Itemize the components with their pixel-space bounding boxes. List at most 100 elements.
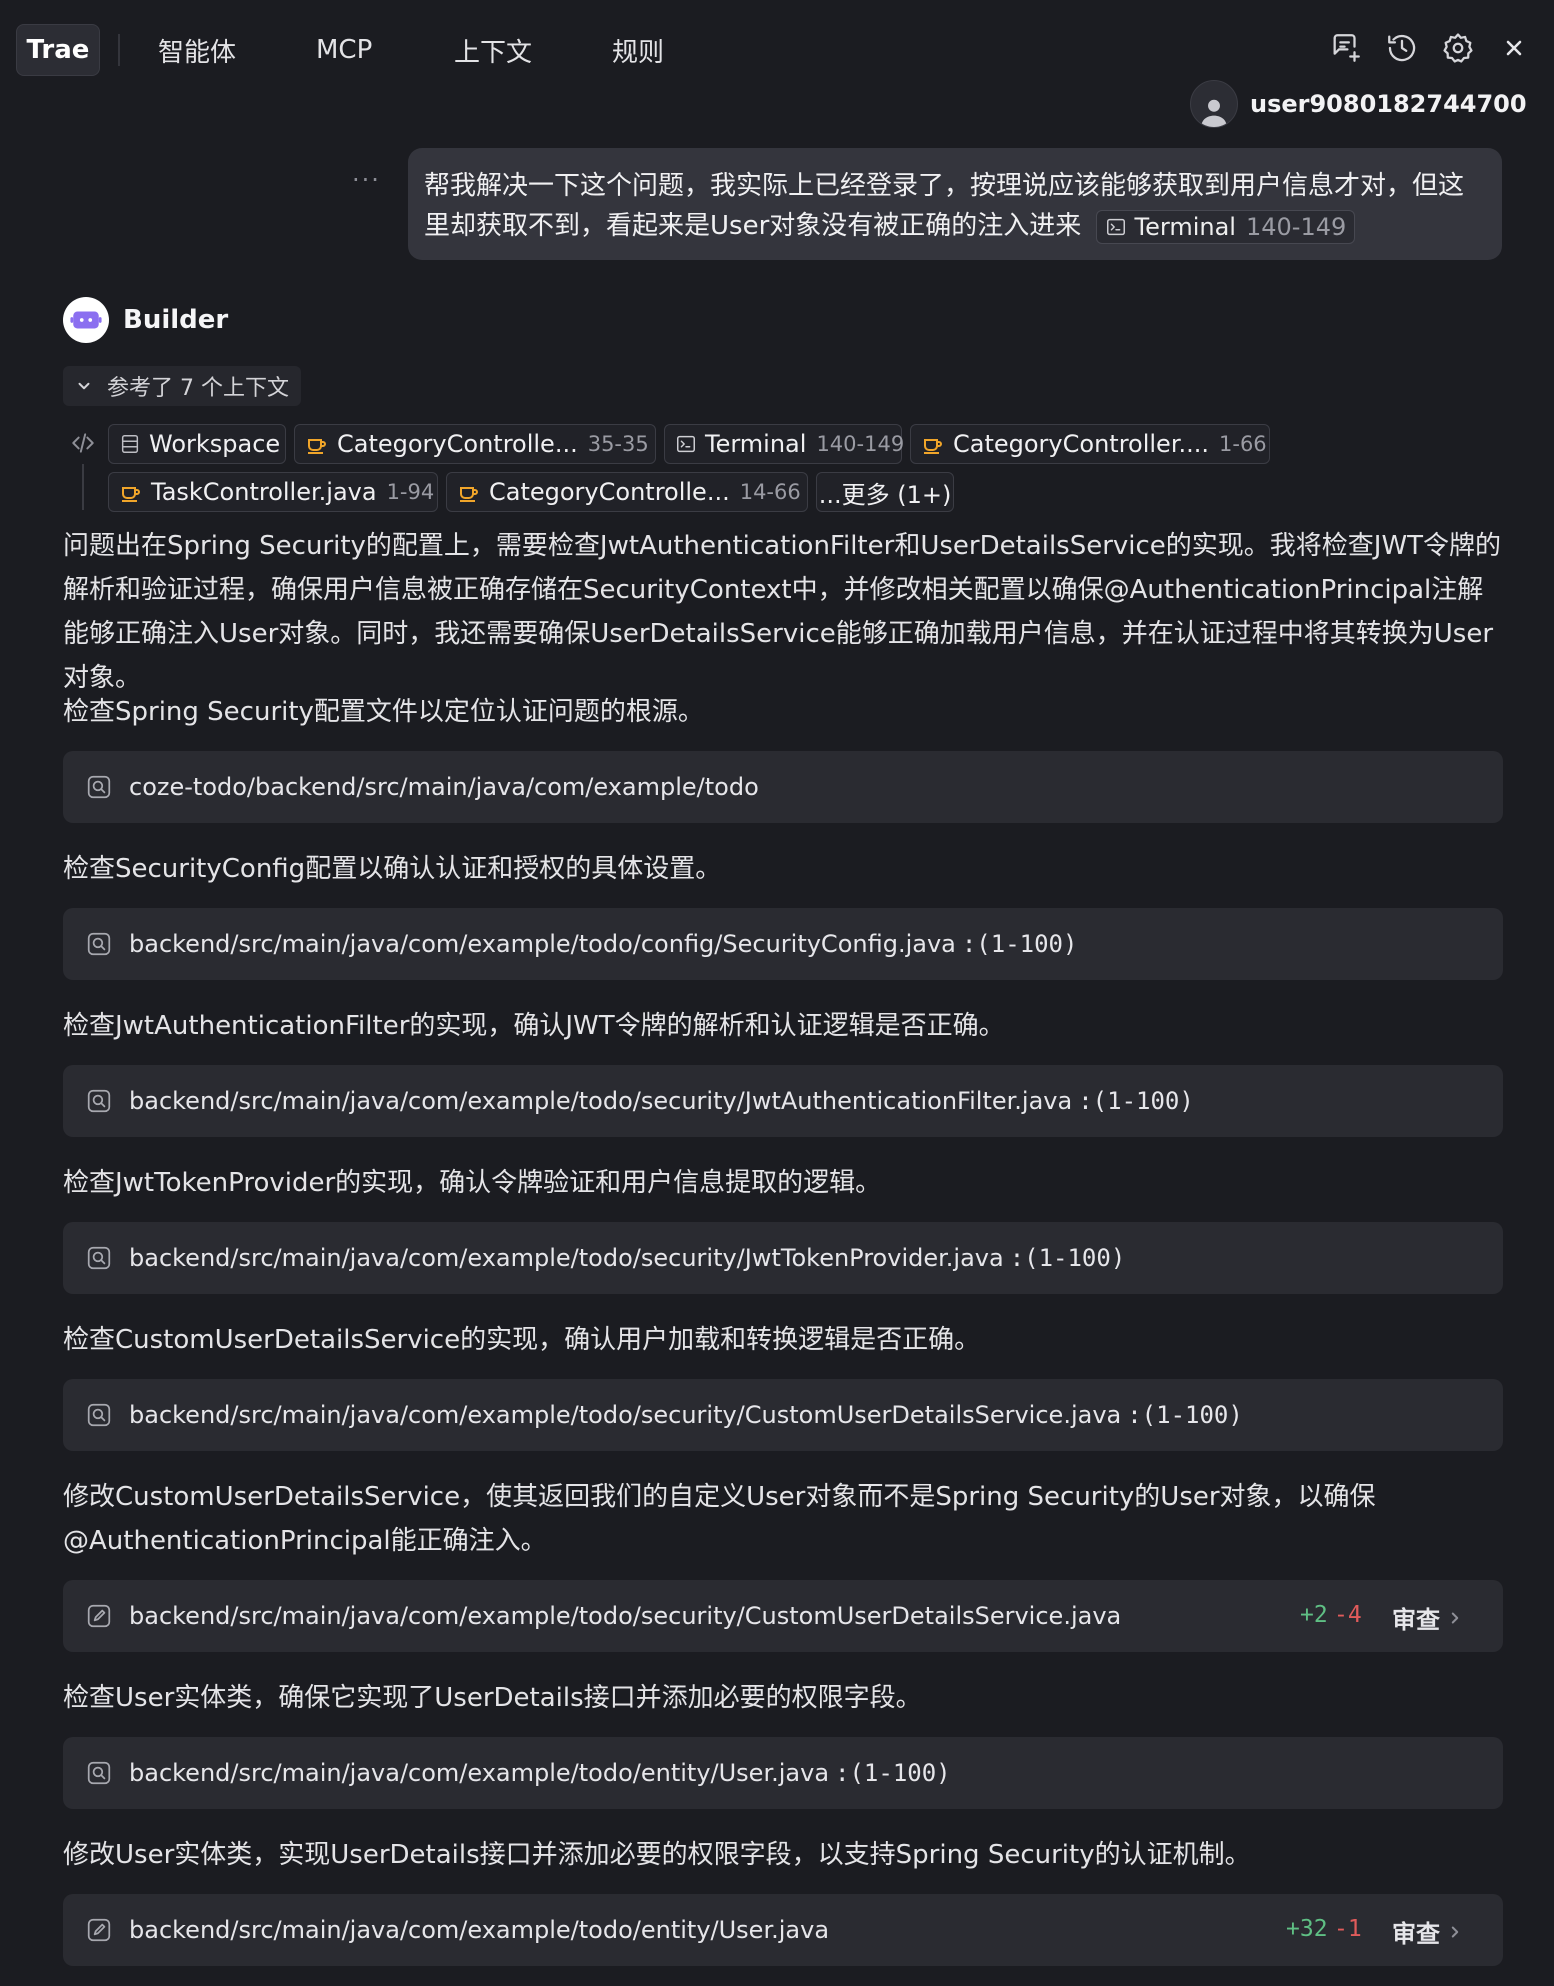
close-icon[interactable] [1494, 28, 1534, 68]
tab-agents[interactable]: 智能体 [158, 24, 236, 76]
search-range: :(1-100) [1009, 1244, 1126, 1272]
search-path: backend/src/main/java/com/example/todo/s… [129, 1401, 1122, 1429]
chip-label: Terminal [1134, 212, 1236, 241]
chip-label: TaskController.java [151, 478, 377, 506]
tab-trae[interactable]: Trae [16, 24, 100, 76]
chip-range: 140-149 [816, 432, 905, 456]
search-result-card[interactable]: backend/src/main/java/com/example/todo/s… [63, 1379, 1503, 1451]
chip-label: ...更多 (1+) [818, 480, 952, 509]
diff-removed: -1 [1334, 1916, 1362, 1942]
tab-mcp[interactable]: MCP [316, 24, 372, 76]
user-message-bubble: 帮我解决一下这个问题，我实际上已经登录了，按理说应该能够获取到用户信息才对，但这… [408, 148, 1502, 260]
step-text: 修改CustomUserDetailsService，使其返回我们的自定义Use… [63, 1482, 1376, 1556]
chevron-right-icon [1451, 1612, 1459, 1623]
review-label: 审查 [1392, 1606, 1440, 1634]
context-chip-file[interactable]: TaskController.java 1-94 [108, 472, 438, 512]
step-text: 检查JwtTokenProvider的实现，确认令牌验证和用户信息提取的逻辑。 [63, 1168, 882, 1198]
context-toggle-label: 参考了 7 个上下文 [107, 376, 289, 401]
diff-removed: -4 [1334, 1602, 1362, 1628]
terminal-context-chip[interactable]: Terminal 140-149 [1095, 209, 1356, 244]
message-more-icon[interactable]: ··· [352, 166, 381, 194]
step-text: 检查SecurityConfig配置以确认认证和授权的具体设置。 [63, 854, 722, 884]
tab-divider [118, 34, 120, 66]
review-button[interactable]: 审查 [1392, 1914, 1464, 1949]
review-label: 审查 [1392, 1920, 1440, 1948]
edit-icon [85, 1916, 113, 1944]
edit-result-card[interactable]: backend/src/main/java/com/example/todo/s… [63, 1580, 1503, 1652]
edit-path: backend/src/main/java/com/example/todo/e… [129, 1916, 830, 1944]
chip-range: 140-149 [1245, 212, 1347, 241]
builder-logo-icon [63, 297, 109, 343]
chip-range: 1-94 [386, 480, 435, 504]
diff-added: +32 [1286, 1916, 1328, 1942]
tab-context[interactable]: 上下文 [454, 24, 532, 76]
step-text: 检查JwtAuthenticationFilter的实现，确认JWT令牌的解析和… [63, 1011, 1005, 1041]
context-toggle[interactable]: 参考了 7 个上下文 [63, 366, 301, 406]
search-path: backend/src/main/java/com/example/todo/e… [129, 1759, 830, 1787]
chip-range: 14-66 [739, 480, 801, 504]
context-chip-file[interactable]: CategoryControlle... 14-66 [446, 472, 808, 512]
search-path: backend/src/main/java/com/example/todo/s… [129, 1244, 1004, 1272]
chip-label: CategoryControlle... [337, 430, 578, 458]
search-range: :(1-100) [1127, 1401, 1243, 1429]
context-chip-file[interactable]: CategoryController.... 1-66 [910, 424, 1270, 464]
chip-label: CategoryControlle... [489, 478, 730, 506]
chip-range: 1-66 [1219, 432, 1267, 456]
terminal-icon [1106, 218, 1125, 235]
search-result-card[interactable]: backend/src/main/java/com/example/todo/e… [63, 1737, 1503, 1809]
tab-rules[interactable]: 规则 [612, 24, 664, 76]
search-result-card[interactable]: backend/src/main/java/com/example/todo/s… [63, 1065, 1503, 1137]
edit-path: backend/src/main/java/com/example/todo/s… [129, 1602, 1122, 1630]
workspace-icon [119, 433, 141, 455]
edit-icon [85, 1602, 113, 1630]
chevron-right-icon [1451, 1926, 1459, 1937]
username: user9080182744700 [1250, 90, 1527, 118]
step-text: 修改User实体类，实现UserDetails接口并添加必要的权限字段，以支持S… [63, 1840, 1251, 1870]
search-icon [85, 1087, 113, 1115]
java-file-icon [457, 480, 481, 504]
terminal-icon [675, 433, 697, 455]
java-file-icon [921, 432, 945, 456]
context-connector [82, 464, 84, 510]
context-chip-file[interactable]: CategoryControlle... 35-35 [294, 424, 656, 464]
search-icon [85, 930, 113, 958]
review-button[interactable]: 审查 [1392, 1600, 1464, 1635]
assistant-name: Builder [123, 305, 229, 335]
chip-range: 35-35 [587, 432, 649, 456]
search-path: backend/src/main/java/com/example/todo/c… [129, 930, 956, 958]
search-icon [85, 1401, 113, 1429]
chip-label: Terminal [705, 430, 807, 458]
user-avatar-icon [1201, 99, 1227, 127]
context-chip-workspace[interactable]: Workspace [108, 424, 286, 464]
java-file-icon [305, 432, 329, 456]
search-icon [85, 773, 113, 801]
chip-label: Workspace [149, 430, 281, 458]
search-icon [85, 1244, 113, 1272]
search-path: coze-todo/backend/src/main/java/com/exam… [129, 773, 759, 801]
search-result-card[interactable]: backend/src/main/java/com/example/todo/s… [63, 1222, 1503, 1294]
diff-added: +2 [1300, 1602, 1328, 1628]
context-chip-terminal[interactable]: Terminal 140-149 [664, 424, 905, 464]
assistant-header: Builder [63, 296, 228, 344]
code-icon [70, 430, 96, 456]
search-result-card[interactable]: backend/src/main/java/com/example/todo/c… [63, 908, 1503, 980]
search-icon [85, 1759, 113, 1787]
search-range: :(1-100) [835, 1759, 951, 1787]
history-icon[interactable] [1382, 28, 1422, 68]
settings-icon[interactable] [1438, 28, 1478, 68]
avatar [1190, 80, 1238, 128]
chevron-down-icon [78, 382, 90, 390]
response-text: 问题出在Spring Security的配置上，需要检查JwtAuthentic… [63, 531, 1502, 693]
search-range: :(1-100) [961, 930, 1078, 958]
java-file-icon [119, 480, 143, 504]
user-header: user9080182744700 [1190, 80, 1527, 128]
step-text: 检查User实体类，确保它实现了UserDetails接口并添加必要的权限字段。 [63, 1683, 922, 1713]
new-chat-icon[interactable] [1326, 28, 1366, 68]
step-text: 检查Spring Security配置文件以定位认证问题的根源。 [63, 697, 704, 727]
context-more-button[interactable]: ...更多 (1+) [816, 472, 954, 512]
step-text: 检查CustomUserDetailsService的实现，确认用户加载和转换逻… [63, 1325, 981, 1355]
chip-label: CategoryController.... [953, 430, 1209, 458]
search-path: backend/src/main/java/com/example/todo/s… [129, 1087, 1073, 1115]
search-result-card[interactable]: coze-todo/backend/src/main/java/com/exam… [63, 751, 1503, 823]
search-range: :(1-100) [1078, 1087, 1194, 1115]
